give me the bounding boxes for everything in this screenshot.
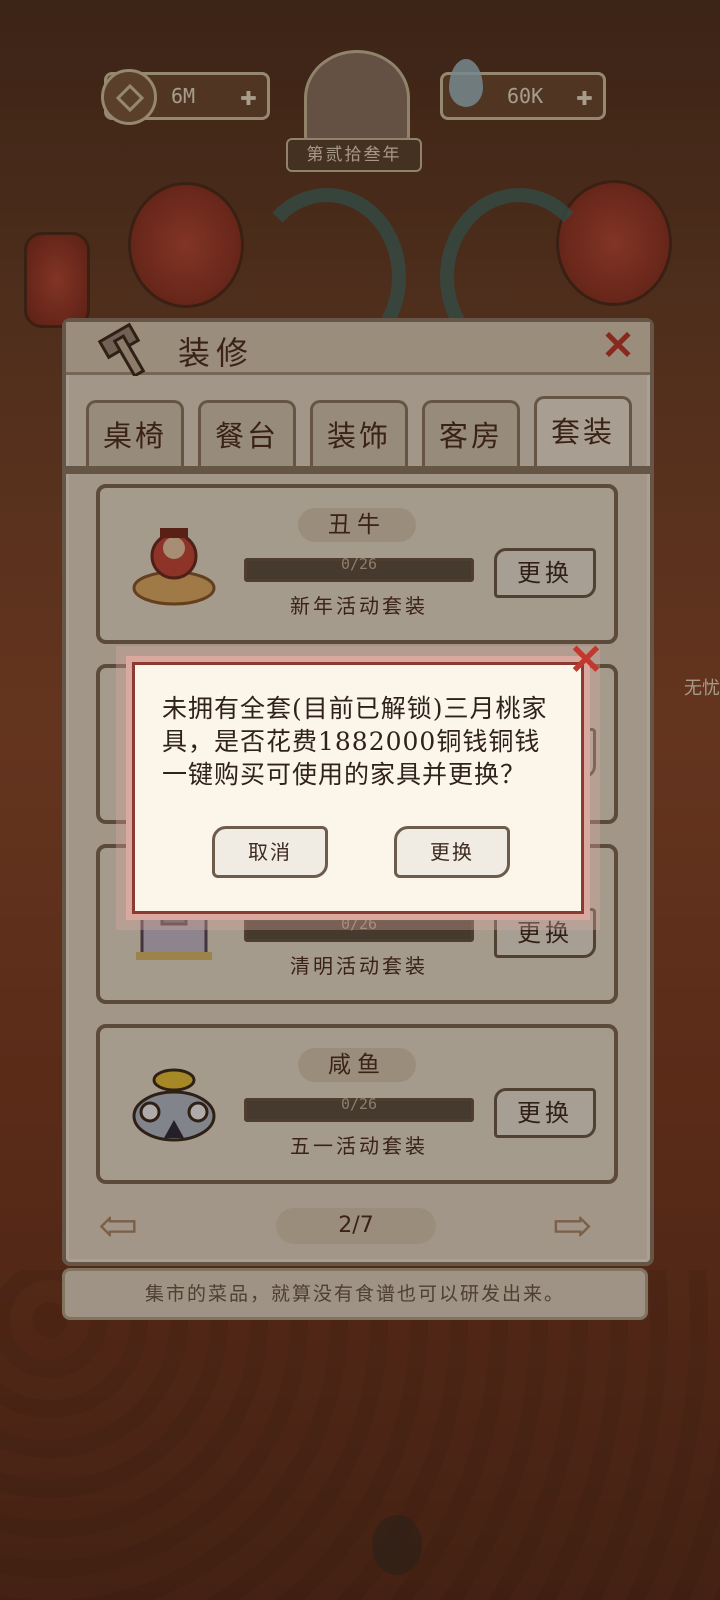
dialog-message: 未拥有全套(目前已解锁)三月桃家具，是否花费1882000铜钱铜钱一键购买可使用… bbox=[162, 694, 548, 789]
confirm-replace-button[interactable]: 更换 bbox=[394, 826, 510, 878]
close-icon[interactable]: ✕ bbox=[566, 639, 606, 681]
cancel-button[interactable]: 取消 bbox=[212, 826, 328, 878]
purchase-confirm-dialog: ✕ 未拥有全套(目前已解锁)三月桃家具，是否花费1882000铜钱铜钱一键购买可… bbox=[126, 639, 604, 920]
